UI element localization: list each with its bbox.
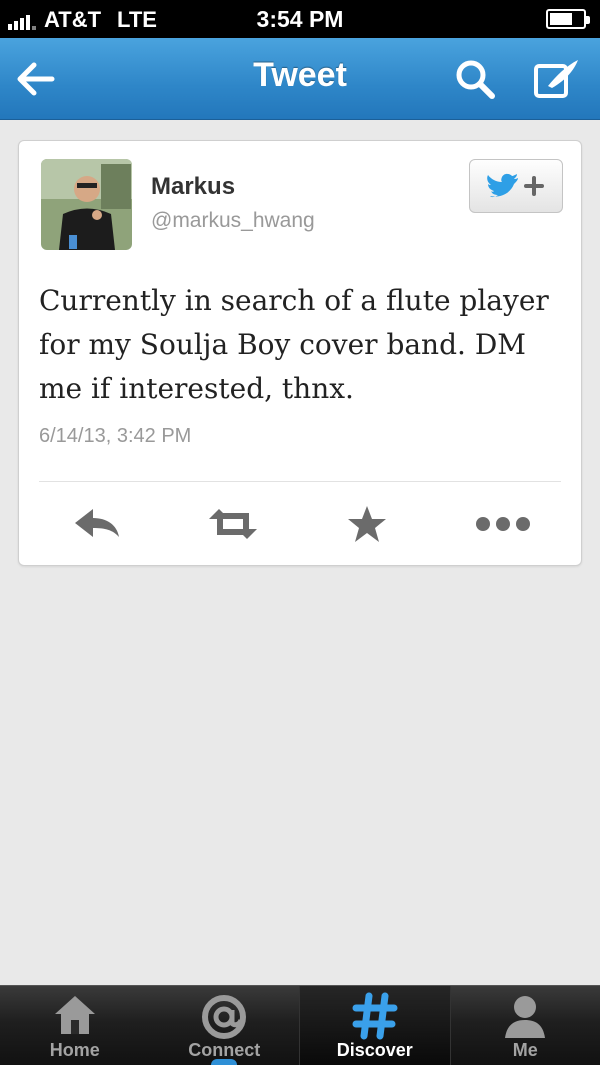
tab-connect[interactable]: Connect [150, 986, 300, 1065]
avatar-photo [41, 159, 132, 250]
tab-connect-label: Connect [188, 1040, 261, 1060]
battery-icon [546, 9, 590, 29]
tab-home-label: Home [49, 1040, 100, 1060]
tab-me-label: Me [512, 1040, 538, 1060]
tweet-card: Markus @markus_hwang Currently in search… [18, 140, 582, 566]
compose-icon [534, 60, 578, 98]
compose-button[interactable] [532, 56, 578, 102]
status-time: 3:54 PM [256, 6, 344, 32]
home-icon [54, 996, 95, 1034]
status-bar: AT&T LTE 3:54 PM [0, 0, 600, 38]
favorite-icon [348, 506, 386, 542]
tweet-timestamp: 6/14/13, 3:42 PM [39, 425, 192, 447]
tab-me[interactable]: Me [451, 986, 600, 1065]
search-icon [456, 60, 495, 99]
author-handle: @markus_hwang [151, 209, 315, 232]
follow-button[interactable] [469, 159, 563, 213]
hash-icon [352, 992, 398, 1040]
at-icon [202, 995, 247, 1039]
tab-home[interactable]: Home [0, 986, 150, 1065]
reply-icon [75, 509, 119, 537]
tab-discover-label: Discover [336, 1040, 413, 1060]
divider [39, 481, 561, 482]
tab-bar: Home Connect Discover Me [0, 985, 600, 1065]
search-button[interactable] [452, 56, 498, 102]
reply-button[interactable] [69, 499, 125, 549]
author-name[interactable]: Markus [151, 173, 235, 201]
follow-bird-icon [487, 173, 544, 198]
tweet-text: Currently in search of a flute player fo… [39, 284, 549, 405]
avatar[interactable] [41, 159, 132, 250]
more-icon [476, 517, 530, 531]
unread-indicator [211, 1059, 238, 1065]
page-title: Tweet [253, 56, 347, 94]
person-icon [505, 996, 546, 1038]
more-button[interactable] [473, 499, 530, 549]
retweet-icon [209, 509, 257, 539]
tab-discover[interactable]: Discover [299, 986, 451, 1065]
navigation-bar: Tweet [0, 38, 600, 120]
retweet-button[interactable] [205, 499, 261, 549]
favorite-button[interactable] [339, 499, 395, 549]
